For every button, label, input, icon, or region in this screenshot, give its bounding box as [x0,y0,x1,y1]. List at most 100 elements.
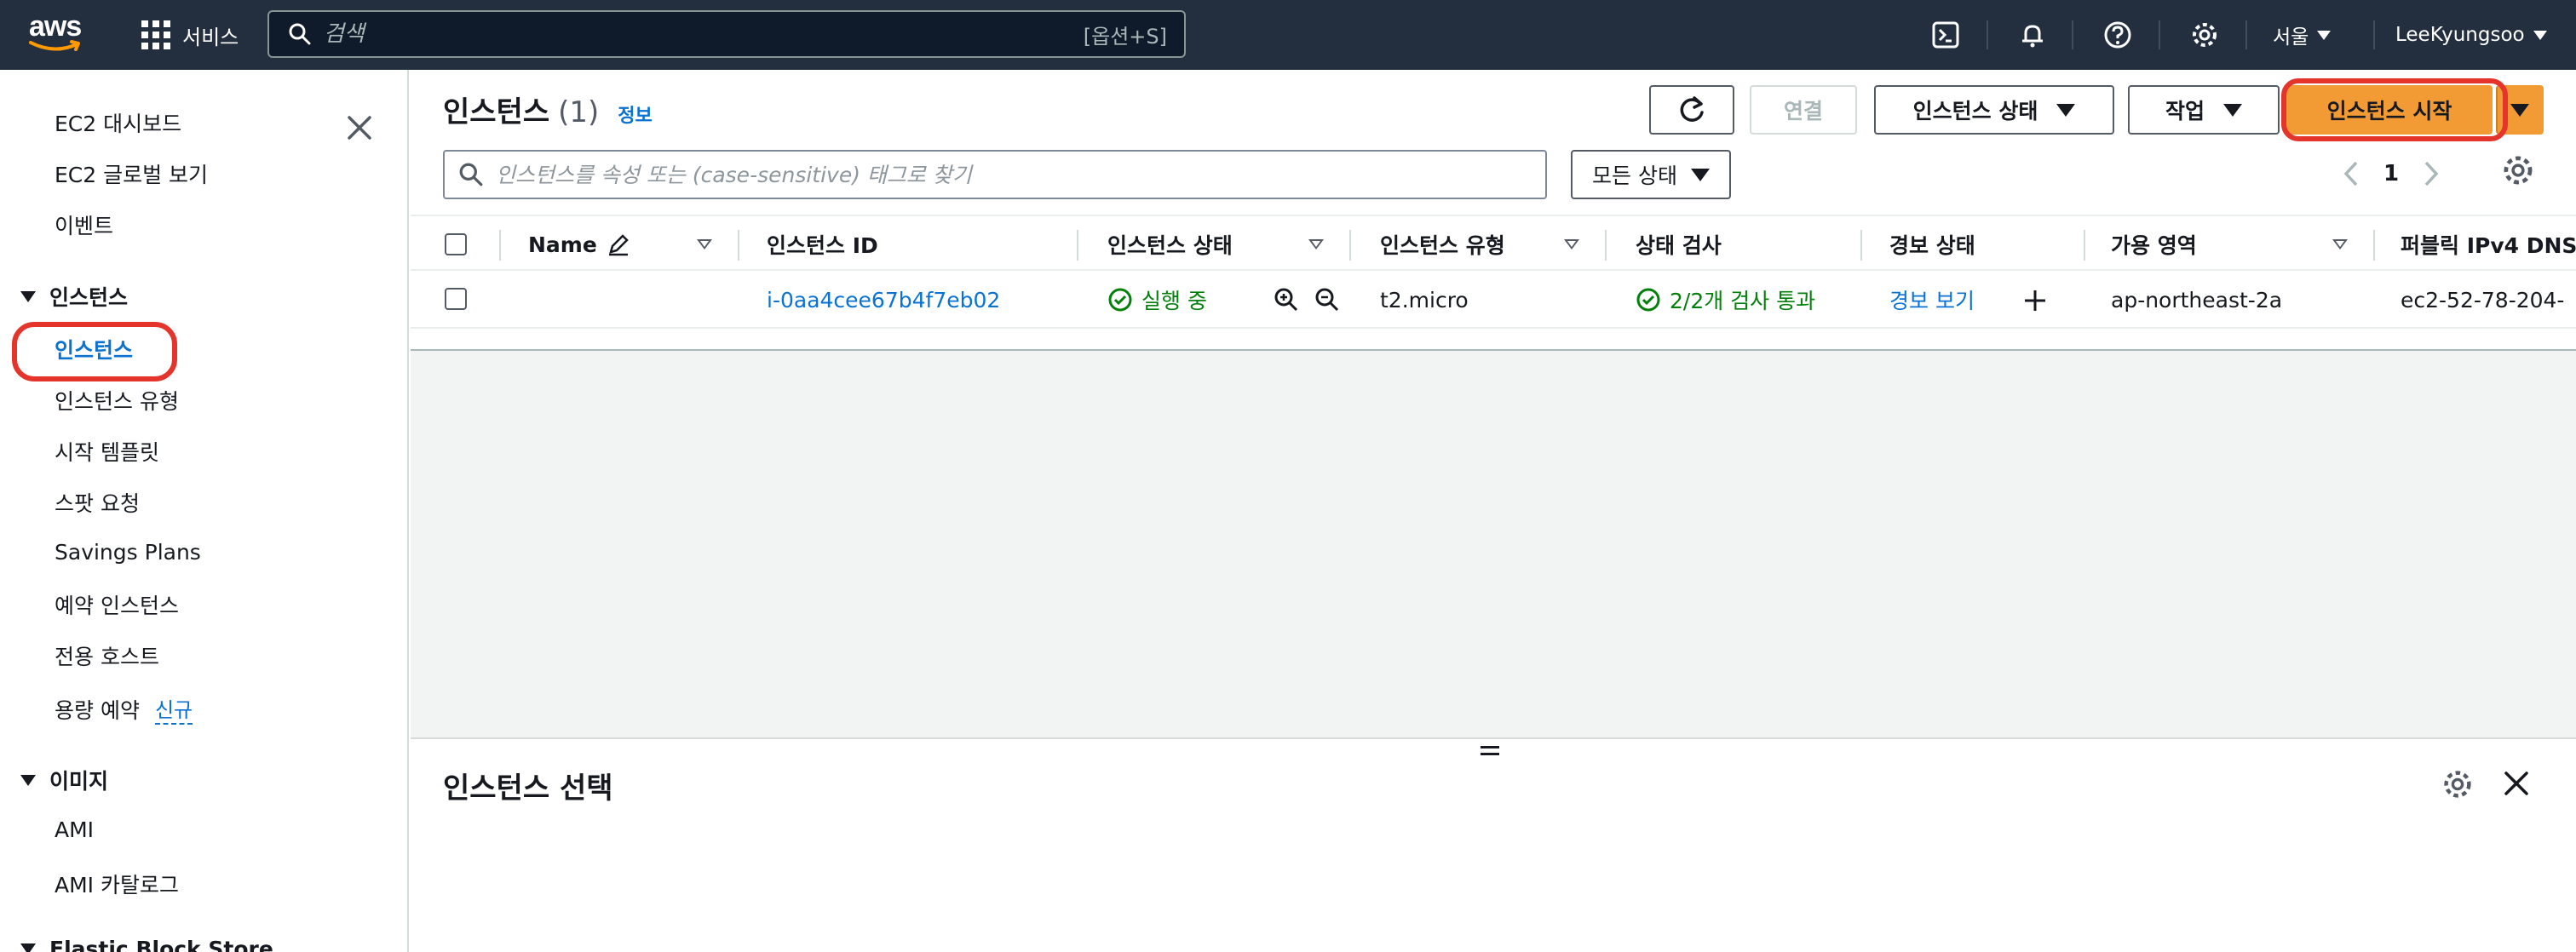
collapse-triangle-icon [20,290,36,302]
column-header-name[interactable]: Name [528,216,631,272]
ec2-sidebar: EC2 대시보드 EC2 글로벌 보기 이벤트 인스턴스 인스턴스 인스턴스 유… [0,70,409,952]
nav-divider [2072,20,2073,49]
sidebar-item-spot-requests[interactable]: 스팟 요청 [55,487,140,518]
caret-down-icon [2533,30,2547,40]
collapse-triangle-icon [20,943,36,952]
actions-button[interactable]: 작업 [2128,85,2280,135]
state-filter-select[interactable]: 모든 상태 [1571,150,1731,199]
sidebar-section-ebs[interactable]: Elastic Block Store [20,937,273,952]
sidebar-section-images[interactable]: 이미지 [20,765,108,795]
column-header-status-check[interactable]: 상태 검사 [1636,216,1722,272]
cell-public-ipv4-dns: ec2-52-78-204- [2401,287,2565,313]
sidebar-item-ec2-global-view[interactable]: EC2 글로벌 보기 [55,158,208,189]
cell-availability-zone: ap-northeast-2a [2111,287,2283,313]
zoom-out-icon[interactable] [1314,286,1341,313]
sidebar-section-instances[interactable]: 인스턴스 [20,281,128,312]
details-panel: 인스턴스 선택 [411,737,2576,952]
table-preferences-gear-icon[interactable] [2501,153,2535,187]
close-details-icon[interactable] [2501,768,2532,799]
instance-state-button[interactable]: 인스턴스 상태 [1874,85,2114,135]
details-panel-title: 인스턴스 선택 [443,771,613,806]
cell-status-check: 2/2개 검사 통과 [1636,271,1815,329]
caret-down-icon [2056,103,2076,117]
collapse-triangle-icon [20,774,36,786]
column-divider [2373,230,2375,261]
sidebar-item-ec2-dashboard[interactable]: EC2 대시보드 [55,107,181,138]
column-header-availability-zone[interactable]: 가용 영역 [2111,216,2197,272]
services-menu-button[interactable]: 서비스 [141,17,239,53]
select-all-checkbox[interactable] [445,233,467,255]
column-filter-icon[interactable] [1564,239,1579,249]
sidebar-item-instances[interactable]: 인스턴스 [55,334,133,364]
chevron-right-icon[interactable] [2418,159,2443,188]
refresh-icon [1680,96,1704,122]
new-badge: 신규 [154,693,193,725]
column-divider [738,230,739,261]
sidebar-item-ami[interactable]: AMI [55,817,94,842]
nav-divider [2245,20,2247,49]
account-menu[interactable]: LeeKyungsoo [2395,17,2547,53]
search-shortcut-hint: [옵션+S] [1083,24,1167,49]
cell-instance-state: 실행 중 [1107,271,1207,329]
connect-button[interactable]: 연결 [1750,85,1857,135]
column-header-instance-state[interactable]: 인스턴스 상태 [1107,216,1233,272]
cell-instance-type: t2.micro [1380,287,1469,313]
instance-filter[interactable] [443,150,1547,199]
sidebar-item-capacity-reservations[interactable]: 용량 예약 신규 [55,693,193,725]
column-header-alarm-status[interactable]: 경보 상태 [1889,216,1975,272]
settings-gear-icon[interactable] [2189,20,2220,50]
sidebar-item-ami-catalog[interactable]: AMI 카탈로그 [55,869,179,899]
region-selector[interactable]: 서울 [2273,17,2332,53]
sidebar-item-events[interactable]: 이벤트 [55,209,113,240]
instance-filter-input[interactable] [496,162,1518,187]
table-row[interactable]: i-0aa4cee67b4f7eb02 실행 중 t2.micro 2/2개 검… [411,271,2576,329]
sidebar-item-reserved-instances[interactable]: 예약 인스턴스 [55,589,179,620]
refresh-button[interactable] [1649,85,1734,135]
info-link[interactable]: 정보 [618,100,652,128]
nav-divider [1987,20,1988,49]
edit-pencil-icon [608,234,629,256]
close-sidebar-icon[interactable] [344,112,375,143]
cloudshell-icon[interactable] [1930,20,1961,50]
column-header-instance-type[interactable]: 인스턴스 유형 [1380,216,1505,272]
column-divider [1349,230,1351,261]
column-filter-icon[interactable] [1308,239,1324,249]
caret-down-icon [2317,30,2332,40]
cell-instance-id-link[interactable]: i-0aa4cee67b4f7eb02 [767,271,1000,329]
sidebar-item-launch-templates[interactable]: 시작 템플릿 [55,436,159,467]
global-search-input[interactable] [324,21,1005,47]
column-header-public-ipv4-dns[interactable]: 퍼블릭 IPv4 DNS [2401,216,2576,272]
details-settings-gear-icon[interactable] [2441,768,2474,800]
launch-instance-dropdown[interactable] [2496,85,2544,135]
notifications-bell-icon[interactable] [2017,20,2048,50]
services-label: 서비스 [182,25,239,49]
column-divider [1860,230,1862,261]
region-label: 서울 [2273,26,2309,49]
resize-handle-icon[interactable] [1481,746,1499,758]
zoom-in-icon[interactable] [1273,286,1300,313]
instances-panel: 인스턴스 (1) 정보 연결 인스턴스 상태 작업 인스턴스 시작 인스턴스를 … [411,70,2576,351]
column-header-instance-id[interactable]: 인스턴스 ID [767,216,878,272]
apps-grid-icon [141,20,170,49]
plus-icon[interactable] [2022,288,2048,313]
launch-instance-button[interactable]: 인스턴스 시작 [2286,85,2493,135]
column-filter-icon[interactable] [697,239,712,249]
sidebar-item-instance-types[interactable]: 인스턴스 유형 [55,385,179,416]
nav-divider [2159,20,2160,49]
column-filter-icon[interactable] [2332,239,2348,249]
global-search[interactable]: [옵션+S] [267,10,1186,58]
chevron-left-icon[interactable] [2339,159,2365,188]
table-header: Name 인스턴스 ID 인스턴스 상태 인스턴스 유형 상태 검사 경보 상태… [411,215,2576,271]
page-number[interactable]: 1 [2383,161,2399,186]
pagination: 1 [2339,152,2443,196]
caret-down-icon [2223,103,2242,117]
cell-view-alarms-link[interactable]: 경보 보기 [1889,271,1975,329]
sidebar-item-savings-plans[interactable]: Savings Plans [55,540,201,565]
search-icon [459,163,483,186]
aws-logo[interactable]: aws [29,12,85,54]
column-divider [1077,230,1078,261]
sidebar-item-dedicated-hosts[interactable]: 전용 호스트 [55,640,159,671]
help-icon[interactable] [2102,20,2133,50]
search-icon [289,23,311,45]
row-select-checkbox[interactable] [445,288,467,310]
